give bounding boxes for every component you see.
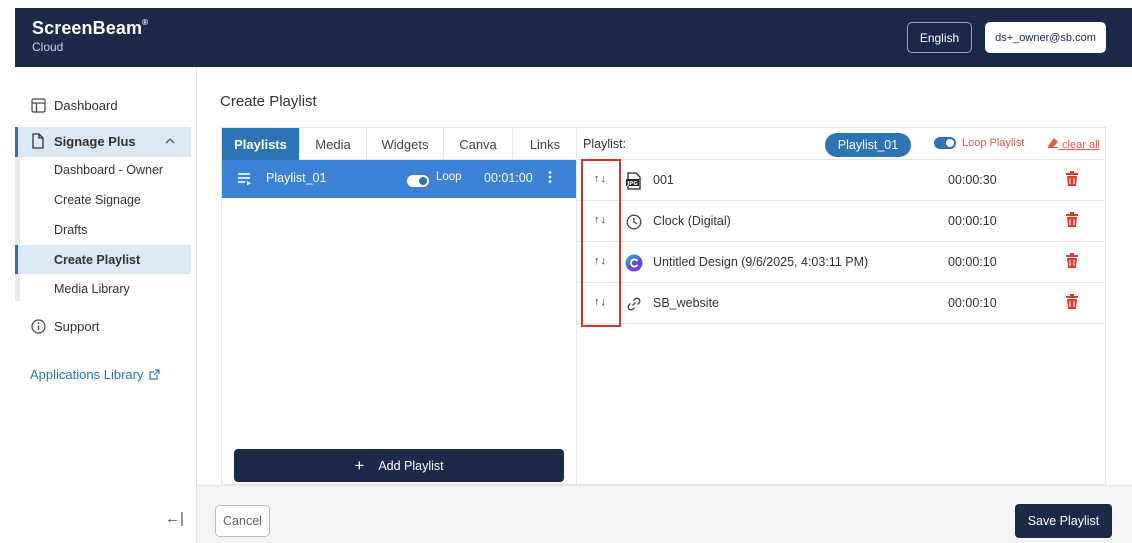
sidebar-item-signage-plus[interactable]: Signage Plus [15,127,191,157]
playlist-item-row[interactable]: ↑↓ SB_website 00:00:10 [577,283,1105,324]
tab-canva[interactable]: Canva [444,128,513,160]
playlist-item-row[interactable]: ↑↓ JPG 001 00:00:30 [577,160,1105,201]
more-vertical-icon[interactable] [548,170,552,187]
sidebar: Dashboard Signage Plus Dashboard - Owner… [15,67,197,543]
item-name: SB_website [653,296,720,310]
item-duration: 00:00:10 [948,255,997,269]
user-account-button[interactable]: ds+_owner@sb.com [985,22,1106,53]
language-button[interactable]: English [907,22,972,53]
playlist-duration: 00:01:00 [484,171,533,185]
playlist-header: Playlist: Playlist_01 Loop Playlist clea… [577,128,1105,160]
eraser-icon [1047,138,1062,151]
clear-all-button[interactable]: clear all [1047,137,1100,151]
playlist-row[interactable]: Playlist_01 Loop 00:01:00 [222,160,576,198]
item-name: Untitled Design (9/6/2025, 4:03:11 PM) [653,255,869,269]
tab-widgets[interactable]: Widgets [367,128,444,160]
item-name: 001 [653,173,674,187]
playlist-menu-icon [237,172,252,189]
link-icon [625,295,643,313]
canva-icon [625,254,643,272]
sidebar-item-label: Dashboard [54,97,118,113]
cancel-button[interactable]: Cancel [215,505,270,537]
item-duration: 00:00:30 [948,173,997,187]
playlist-item-row[interactable]: ↑↓ Clock (Digital) 00:00:10 [577,201,1105,242]
playlist-item-row[interactable]: ↑↓ Untitled Design (9/6/2025, 4:03:11 PM… [577,242,1105,283]
page-title: Create Playlist [220,93,317,110]
highlight-box [581,159,621,327]
document-icon [30,133,46,149]
clock-icon [625,213,643,231]
sidebar-item-support[interactable]: Support [15,315,197,337]
trash-icon[interactable] [1066,253,1078,271]
playlists-panel: Playlists Media Widgets Canva Links Play… [221,127,577,485]
brand-subtitle: Cloud [32,40,64,54]
selected-playlist-pill[interactable]: Playlist_01 [825,133,911,157]
sidebar-item-label: Signage Plus [54,133,136,149]
loop-toggle[interactable] [407,173,429,187]
footer-bar: Cancel Save Playlist [197,485,1132,543]
loop-playlist-toggle[interactable]: Loop Playlist [934,137,1024,149]
sidebar-item-label: Support [54,318,100,334]
external-link-icon [149,368,161,380]
plus-icon: + [354,455,365,475]
trash-icon[interactable] [1066,212,1078,230]
trash-icon[interactable] [1066,294,1078,312]
chevron-up-icon[interactable] [165,133,175,148]
sidebar-subitem-drafts[interactable]: Drafts [54,223,87,237]
tab-bar: Playlists Media Widgets Canva Links [222,128,577,160]
info-icon [30,318,46,334]
add-playlist-button[interactable]: + Add Playlist [234,449,564,482]
item-duration: 00:00:10 [948,214,997,228]
dashboard-icon [30,97,46,113]
jpg-file-icon: JPG [625,172,643,190]
tab-links[interactable]: Links [513,128,577,160]
playlist-header-label: Playlist: [583,137,627,151]
top-strip [0,0,1132,8]
playlist-name: Playlist_01 [266,171,327,185]
sidebar-subitem-create-playlist[interactable]: Create Playlist [15,245,191,274]
loop-label: Loop [436,171,462,183]
item-name: Clock (Digital) [653,214,731,228]
collapse-sidebar-icon[interactable]: ←| [165,510,184,527]
app-header: ScreenBeam® Cloud English ds+_owner@sb.c… [15,8,1132,67]
playlist-items-panel: Playlist: Playlist_01 Loop Playlist clea… [576,127,1106,485]
sidebar-subitem-create-signage[interactable]: Create Signage [54,193,141,207]
brand-name: ScreenBeam® [32,18,149,38]
tab-playlists[interactable]: Playlists [222,128,300,160]
tab-media[interactable]: Media [300,128,367,160]
sidebar-item-dashboard[interactable]: Dashboard [15,94,197,116]
save-playlist-button[interactable]: Save Playlist [1015,504,1112,538]
toggle-switch[interactable] [934,137,956,149]
applications-library-link[interactable]: Applications Library [15,363,197,385]
trash-icon[interactable] [1066,171,1078,189]
sidebar-subitem-media-library[interactable]: Media Library [54,282,130,296]
logo[interactable]: ScreenBeam® Cloud [32,18,148,54]
item-duration: 00:00:10 [948,296,997,310]
svg-text:JPG: JPG [626,181,638,187]
sidebar-subitem-dashboard-owner[interactable]: Dashboard - Owner [54,163,163,177]
